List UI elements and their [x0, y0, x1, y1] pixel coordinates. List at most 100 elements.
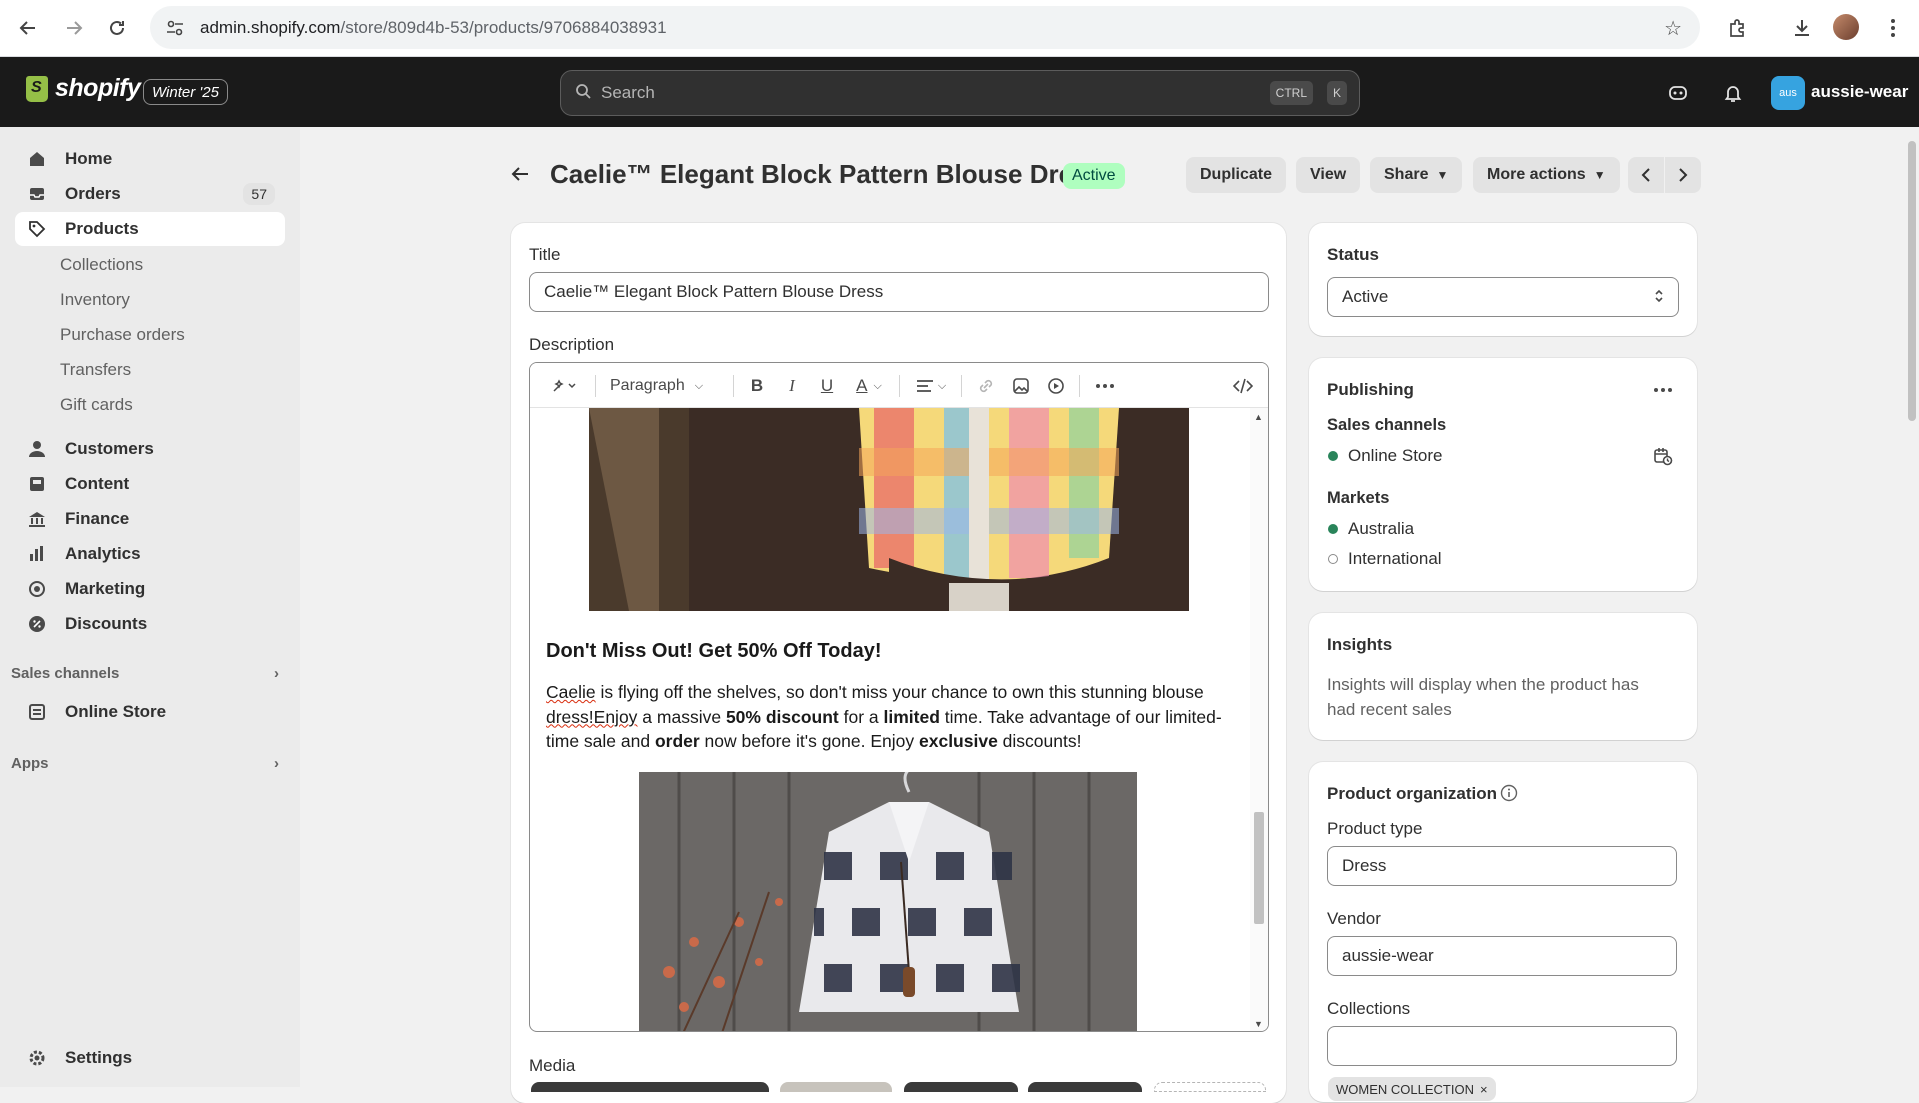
page-scrollbar[interactable] [1905, 127, 1919, 1087]
sidebar-subitem-inventory[interactable]: Inventory [60, 290, 130, 310]
view-button[interactable]: View [1296, 157, 1361, 193]
market-label: Australia [1348, 519, 1415, 538]
magic-ai-icon[interactable] [544, 373, 584, 399]
sidebar-item-marketing[interactable]: Marketing [15, 572, 285, 606]
back-arrow-icon[interactable] [510, 163, 530, 189]
sidebar-item-orders[interactable]: Orders 57 [15, 177, 285, 211]
page-scrollbar-thumb[interactable] [1908, 141, 1916, 421]
browser-forward-icon[interactable] [58, 12, 90, 44]
sidekick-icon[interactable] [1665, 80, 1691, 106]
chevron-right-icon: › [274, 665, 279, 682]
browser-profile-avatar[interactable] [1833, 14, 1859, 40]
store-avatar[interactable]: aus [1771, 76, 1805, 110]
editor-content[interactable]: Don't Miss Out! Get 50% Off Today! Caeli… [530, 408, 1252, 1031]
sidebar-item-discounts[interactable]: Discounts [15, 607, 285, 641]
sidebar-item-home[interactable]: Home [15, 142, 285, 176]
sidebar-item-products[interactable]: Products [15, 212, 285, 246]
sidebar-subitem-collections[interactable]: Collections [60, 255, 143, 275]
browser-menu-icon[interactable] [1877, 12, 1909, 44]
sidebar-section-apps[interactable]: Apps › [11, 755, 285, 772]
section-label: Sales channels [11, 665, 120, 682]
store-name[interactable]: aussie-wear [1811, 82, 1908, 102]
product-type-value: Dress [1342, 856, 1387, 875]
media-thumbnail[interactable] [531, 1082, 769, 1092]
sidebar-item-customers[interactable]: Customers [15, 432, 285, 466]
collection-tag[interactable]: WOMEN COLLECTION × [1328, 1077, 1496, 1101]
browser-reload-icon[interactable] [101, 12, 133, 44]
sidebar-item-finance[interactable]: Finance [15, 502, 285, 536]
vendor-input[interactable]: aussie-wear [1327, 936, 1677, 976]
search-input[interactable]: Search CTRL K [560, 70, 1360, 116]
sidebar-item-online-store[interactable]: Online Store [15, 695, 285, 729]
sidebar-subitem-gift-cards[interactable]: Gift cards [60, 395, 133, 415]
media-thumbnail[interactable] [780, 1082, 892, 1092]
sidebar-subitem-purchase-orders[interactable]: Purchase orders [60, 325, 185, 345]
collections-input[interactable] [1327, 1026, 1677, 1066]
inbox-icon [27, 184, 47, 204]
duplicate-button[interactable]: Duplicate [1186, 157, 1287, 193]
title-input[interactable]: Caelie™ Elegant Block Pattern Blouse Dre… [529, 272, 1269, 312]
bar-chart-icon [27, 544, 47, 564]
info-icon[interactable] [1500, 784, 1518, 807]
image-icon[interactable] [1008, 373, 1034, 399]
sidebar-subitem-transfers[interactable]: Transfers [60, 360, 131, 380]
scrollbar-thumb[interactable] [1254, 812, 1264, 924]
video-icon[interactable] [1043, 373, 1069, 399]
site-settings-icon[interactable] [164, 17, 186, 39]
address-bar[interactable]: admin.shopify.com/store/809d4b-53/produc… [150, 6, 1700, 49]
collections-label: Collections [1327, 999, 1411, 1018]
media-thumbnail[interactable] [1028, 1082, 1142, 1092]
sidebar: Home Orders 57 Products Collections Inve… [0, 127, 300, 1087]
sidebar-item-analytics[interactable]: Analytics [15, 537, 285, 571]
paragraph-format-select[interactable]: Paragraph ⌵ [610, 373, 720, 399]
status-select[interactable]: Active [1327, 277, 1679, 317]
bold-icon[interactable]: B [744, 373, 770, 399]
product-type-input[interactable]: Dress [1327, 846, 1677, 886]
product-organization-title: Product organization [1327, 784, 1497, 803]
text-color-icon[interactable]: A ⌵ [849, 373, 889, 399]
notifications-bell-icon[interactable] [1720, 80, 1746, 106]
more-options-icon[interactable] [1090, 373, 1120, 399]
more-horizontal-icon[interactable] [1653, 380, 1673, 405]
sidebar-item-label: Analytics [65, 544, 141, 563]
shortcut-key-ctrl: CTRL [1269, 81, 1313, 105]
link-icon[interactable] [973, 373, 999, 399]
add-media-dropzone[interactable] [1154, 1082, 1266, 1092]
shopify-logo[interactable]: shopify [26, 74, 141, 103]
product-image-plaid-blouse[interactable] [589, 408, 1189, 611]
code-view-icon[interactable] [1228, 373, 1258, 399]
scroll-up-icon[interactable]: ▲ [1254, 412, 1263, 422]
previous-product-button[interactable] [1628, 157, 1664, 193]
share-button[interactable]: Share ▼ [1370, 157, 1463, 193]
sidebar-item-content[interactable]: Content [15, 467, 285, 501]
extensions-icon[interactable] [1721, 12, 1753, 44]
para-text: for a [838, 706, 884, 727]
para-bold: limited [883, 706, 940, 727]
more-actions-button[interactable]: More actions ▼ [1473, 157, 1620, 193]
product-image-checked-shirt[interactable] [639, 772, 1137, 1031]
vendor-label: Vendor [1327, 909, 1381, 928]
media-thumbnail[interactable] [904, 1082, 1018, 1092]
sidebar-item-label: Finance [65, 509, 130, 528]
next-product-button[interactable] [1665, 157, 1701, 193]
description-editor[interactable]: Paragraph ⌵ B I U A ⌵ ⌵ Don't Miss Out! … [529, 362, 1269, 1032]
paragraph-label: Paragraph [610, 377, 685, 394]
content-paragraph: Caelie is flying off the shelves, so don… [546, 680, 1236, 754]
orders-count-badge: 57 [243, 183, 275, 205]
download-icon[interactable] [1786, 12, 1818, 44]
browser-back-icon[interactable] [12, 12, 44, 44]
sidebar-section-sales-channels[interactable]: Sales channels › [11, 665, 285, 682]
schedule-calendar-icon[interactable] [1653, 446, 1673, 471]
scroll-down-icon[interactable]: ▼ [1254, 1019, 1263, 1029]
close-icon[interactable]: × [1480, 1082, 1488, 1097]
sidebar-item-settings[interactable]: Settings [15, 1041, 285, 1075]
bookmark-star-icon[interactable]: ☆ [1664, 16, 1682, 41]
shortcut-key-k: K [1326, 81, 1347, 105]
home-icon [27, 149, 47, 169]
align-icon[interactable]: ⌵ [911, 373, 951, 399]
italic-icon[interactable]: I [779, 373, 805, 399]
status-select-value: Active [1342, 287, 1389, 306]
underline-icon[interactable]: U [814, 373, 840, 399]
edition-badge[interactable]: Winter '25 [143, 79, 228, 105]
editor-scrollbar[interactable]: ▲ ▼ [1250, 408, 1268, 1031]
